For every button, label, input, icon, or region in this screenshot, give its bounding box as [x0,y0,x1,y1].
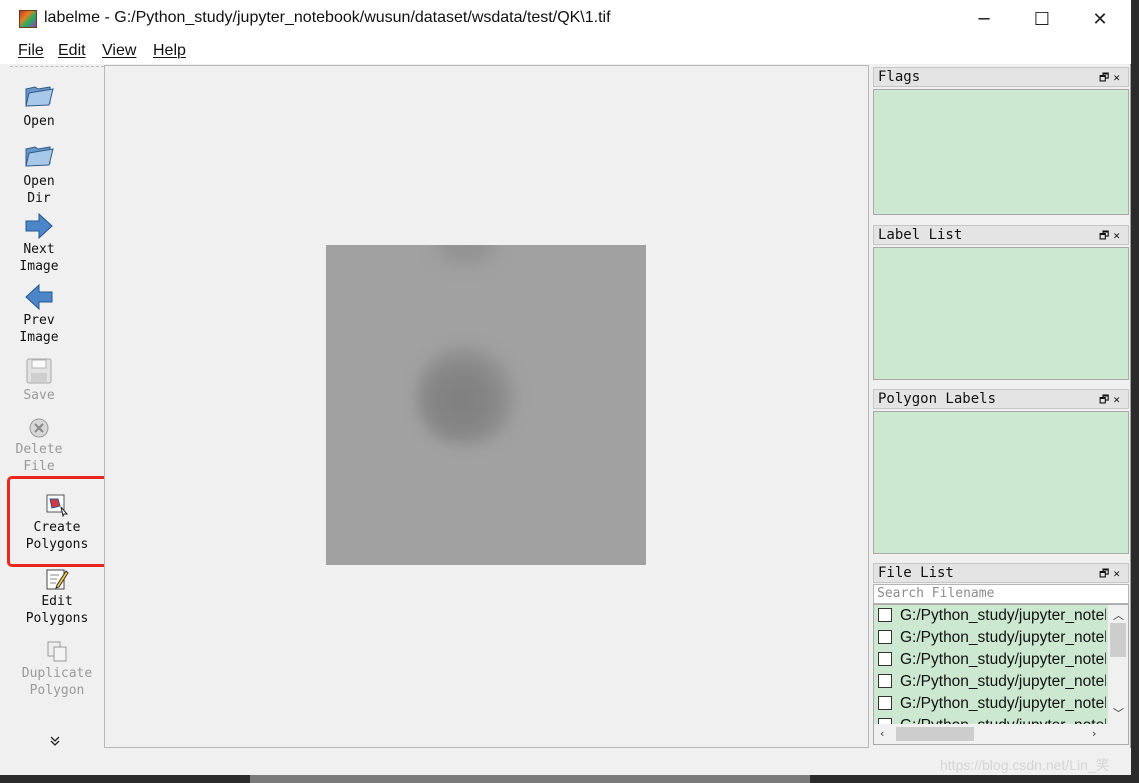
title-bar: labelme - G:/Python_study/jupyter_notebo… [0,0,1131,38]
horizontal-scrollbar[interactable]: ‹ › [874,724,1128,744]
delete-file-button[interactable]: Delete File [0,417,78,475]
polygon-labels-dock-title: Polygon Labels 🗗✕ [873,389,1129,409]
folder-open-icon [25,146,54,167]
list-item[interactable]: G:/Python_study/jupyter_notebook [878,673,1106,695]
image-content-shadow [436,245,496,265]
maximize-button[interactable]: ☐ [1013,0,1071,38]
file-list[interactable]: G:/Python_study/jupyter_notebook G:/Pyth… [873,604,1129,745]
close-button[interactable]: ✕ [1071,0,1129,38]
list-item[interactable]: G:/Python_study/jupyter_notebook [878,607,1106,629]
labelme-window: labelme - G:/Python_study/jupyter_notebo… [0,0,1131,775]
label-list-title: Label List [878,227,963,243]
file-path: G:/Python_study/jupyter_notebook [900,651,1106,668]
watermark: https://blog.csdn.net/Lin_笑 [940,757,1110,773]
close-icon[interactable]: ✕ [1113,71,1124,84]
checkbox[interactable] [878,652,892,666]
flags-title: Flags [878,69,921,85]
file-list-dock: File List 🗗✕ Search Filename G:/Python_s… [873,563,1129,745]
window-title: labelme - G:/Python_study/jupyter_notebo… [44,9,611,26]
delete-circle-icon [29,418,49,438]
image-content-blob [416,345,516,445]
checkbox[interactable] [878,608,892,622]
vertical-scrollbar[interactable]: ︿ ﹀ [1108,605,1128,726]
edit-polygons-label: Edit Polygons [25,594,89,626]
minimize-button[interactable]: ─ [955,0,1013,38]
duplicate-polygon-label: Duplicate Polygon [21,666,93,698]
float-icon[interactable]: 🗗 [1099,393,1113,406]
folder-open-icon [25,86,54,107]
arrow-right-icon [25,213,53,239]
menu-edit[interactable]: Edit [58,42,86,60]
label-list-dock-title: Label List 🗗✕ [873,225,1129,245]
open-dir-label: Open Dir [23,174,55,206]
open-button[interactable]: Open [0,79,78,130]
scroll-up-icon[interactable]: ︿ [1113,607,1124,623]
checkbox[interactable] [878,674,892,688]
prev-image-button[interactable]: Prev Image [0,284,78,346]
polygon-labels-dock: Polygon Labels 🗗✕ [873,389,1129,554]
edit-pencil-icon [46,569,69,590]
label-list-dock: Label List 🗗✕ [873,225,1129,380]
menu-view[interactable]: View [102,42,136,60]
annotation-highlight-box [7,476,109,567]
checkbox[interactable] [878,630,892,644]
polygon-labels-list[interactable] [873,411,1129,554]
tools-toolbar: Open Open Dir Next Image Prev Image Save… [10,66,104,747]
checkbox[interactable] [878,696,892,710]
open-label: Open [23,114,55,129]
save-button[interactable]: Save [0,357,78,404]
menu-file[interactable]: File [18,42,44,60]
arrow-left-icon [25,284,53,310]
label-list[interactable] [873,247,1129,380]
float-icon[interactable]: 🗗 [1099,567,1113,580]
delete-file-label: Delete File [15,442,63,474]
list-item[interactable]: G:/Python_study/jupyter_notebook [878,695,1106,717]
save-label: Save [23,388,55,403]
copy-icon [47,641,67,662]
prev-image-label: Prev Image [19,313,59,345]
next-image-label: Next Image [19,242,59,274]
menu-help[interactable]: Help [153,42,186,60]
scroll-down-icon[interactable]: ﹀ [1113,705,1124,721]
file-list-dock-title: File List 🗗✕ [873,563,1129,583]
close-icon[interactable]: ✕ [1113,393,1124,406]
flags-list[interactable] [873,89,1129,215]
scroll-left-icon[interactable]: ‹ [880,727,884,740]
floppy-disk-icon [26,358,52,384]
close-icon[interactable]: ✕ [1113,229,1124,242]
horizontal-scroll-thumb[interactable] [896,727,974,741]
file-path: G:/Python_study/jupyter_notebook [900,629,1106,646]
file-path: G:/Python_study/jupyter_notebook [900,607,1106,624]
edit-polygons-button[interactable]: Edit Polygons [10,567,104,627]
scroll-right-icon[interactable]: › [1092,727,1096,740]
labelme-app-icon [19,10,37,28]
list-item[interactable]: G:/Python_study/jupyter_notebook [878,629,1106,651]
file-path: G:/Python_study/jupyter_notebook [900,673,1106,690]
search-filename-input[interactable]: Search Filename [873,584,1129,604]
file-list-title: File List [878,565,954,581]
list-item[interactable]: G:/Python_study/jupyter_notebook [878,651,1106,673]
next-image-button[interactable]: Next Image [0,213,78,275]
float-icon[interactable]: 🗗 [1099,71,1113,84]
close-icon[interactable]: ✕ [1113,567,1124,580]
file-path: G:/Python_study/jupyter_notebook [900,695,1106,712]
background-window [250,775,810,783]
loaded-image[interactable] [326,245,646,565]
flags-dock-title: Flags 🗗✕ [873,67,1129,87]
flags-dock: Flags 🗗✕ [873,67,1129,215]
float-icon[interactable]: 🗗 [1099,229,1113,242]
polygon-labels-title: Polygon Labels [878,391,997,407]
duplicate-polygon-button[interactable]: Duplicate Polygon [10,639,104,699]
image-canvas[interactable] [104,65,869,748]
open-dir-button[interactable]: Open Dir [0,139,78,207]
vertical-scroll-thumb[interactable] [1110,623,1126,657]
menu-bar: File Edit View Help [0,38,1131,64]
